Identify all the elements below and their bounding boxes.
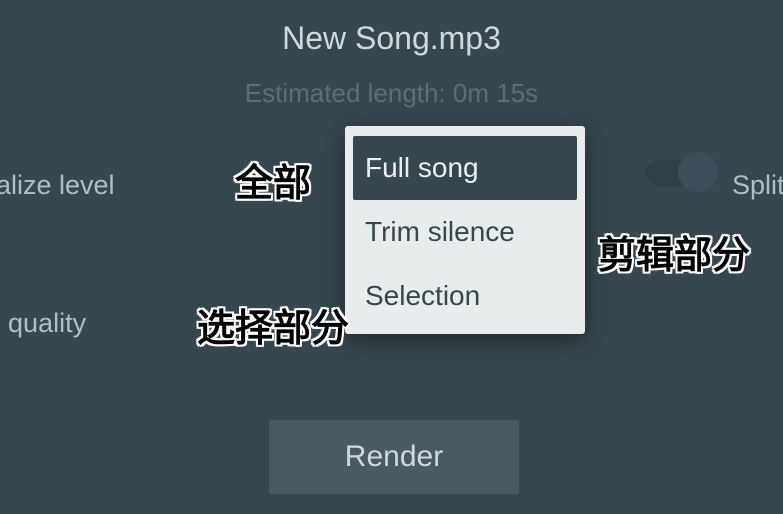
render-dialog: New Song.mp3 Estimated length: 0m 15s No…: [0, 0, 783, 514]
annotation-selection: 选择部分: [197, 297, 349, 352]
estimated-length: Estimated length: 0m 15s: [0, 78, 783, 109]
popup-item-full-song[interactable]: Full song: [353, 136, 577, 200]
popup-item-trim-silence[interactable]: Trim silence: [345, 200, 585, 264]
split-label: Split r: [732, 170, 783, 201]
annotation-trim: 剪辑部分: [598, 224, 750, 279]
render-mode-popup: Full song Trim silence Selection: [345, 126, 585, 334]
split-toggle[interactable]: [646, 160, 708, 186]
high-quality-label: High quality: [0, 308, 86, 339]
song-title: New Song.mp3: [0, 20, 783, 57]
render-button[interactable]: Render: [269, 420, 519, 494]
normalize-level-label: Normalize level: [0, 170, 115, 201]
annotation-full: 全部: [235, 152, 311, 207]
popup-item-selection[interactable]: Selection: [345, 264, 585, 328]
